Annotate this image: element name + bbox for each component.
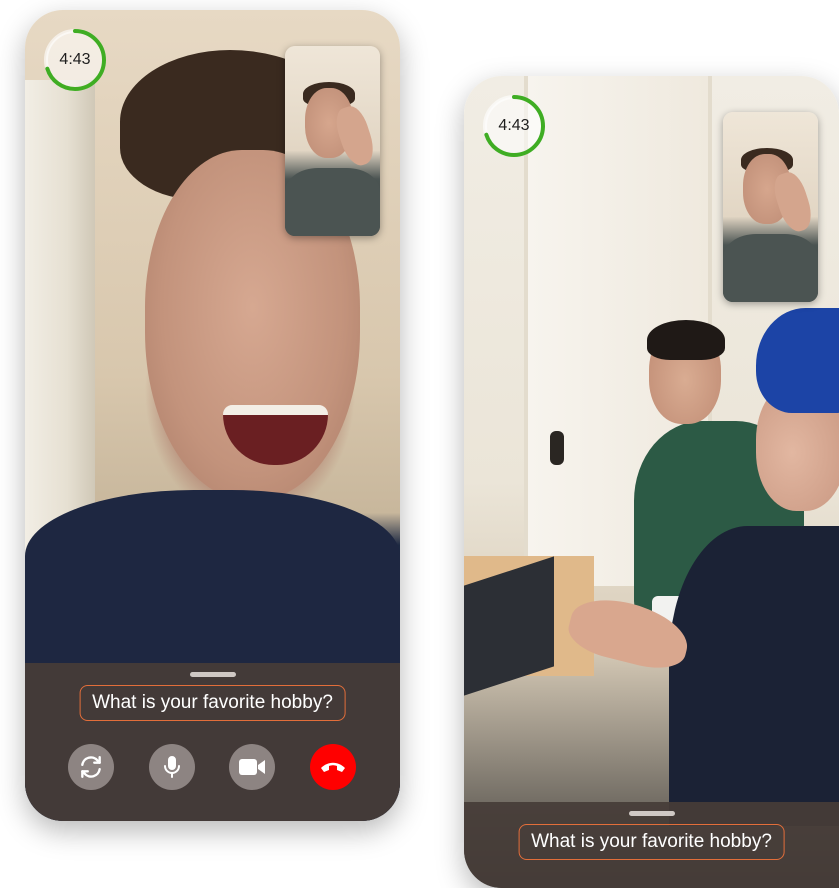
- video-call-screen-group: 4:43 What is your favorite hobby?: [464, 76, 839, 888]
- flip-camera-icon: [81, 756, 101, 778]
- timer-label: 4:43: [498, 117, 530, 134]
- video-camera-button[interactable]: [229, 744, 276, 790]
- question-prompt[interactable]: What is your favorite hobby?: [79, 685, 346, 721]
- sheet-drag-handle[interactable]: [189, 672, 236, 677]
- question-prompt[interactable]: What is your favorite hobby?: [518, 824, 785, 860]
- bottom-sheet: What is your favorite hobby?: [464, 802, 839, 888]
- bottom-sheet: What is your favorite hobby?: [25, 663, 400, 821]
- video-camera-icon: [239, 759, 266, 775]
- timer-label: 4:43: [59, 51, 91, 68]
- call-controls: [68, 744, 356, 790]
- self-view-thumbnail[interactable]: [723, 112, 818, 302]
- call-timer: 4:43: [43, 28, 107, 92]
- call-timer: 4:43: [482, 94, 546, 158]
- end-call-button[interactable]: [309, 744, 356, 790]
- sheet-drag-handle[interactable]: [628, 811, 675, 816]
- video-call-screen-portrait: 4:43 What is your favorite hobby?: [25, 10, 400, 821]
- self-view-thumbnail[interactable]: [285, 46, 380, 236]
- flip-camera-button[interactable]: [68, 744, 114, 790]
- end-call-icon: [320, 762, 345, 772]
- microphone-icon: [163, 756, 180, 778]
- microphone-button[interactable]: [148, 744, 195, 790]
